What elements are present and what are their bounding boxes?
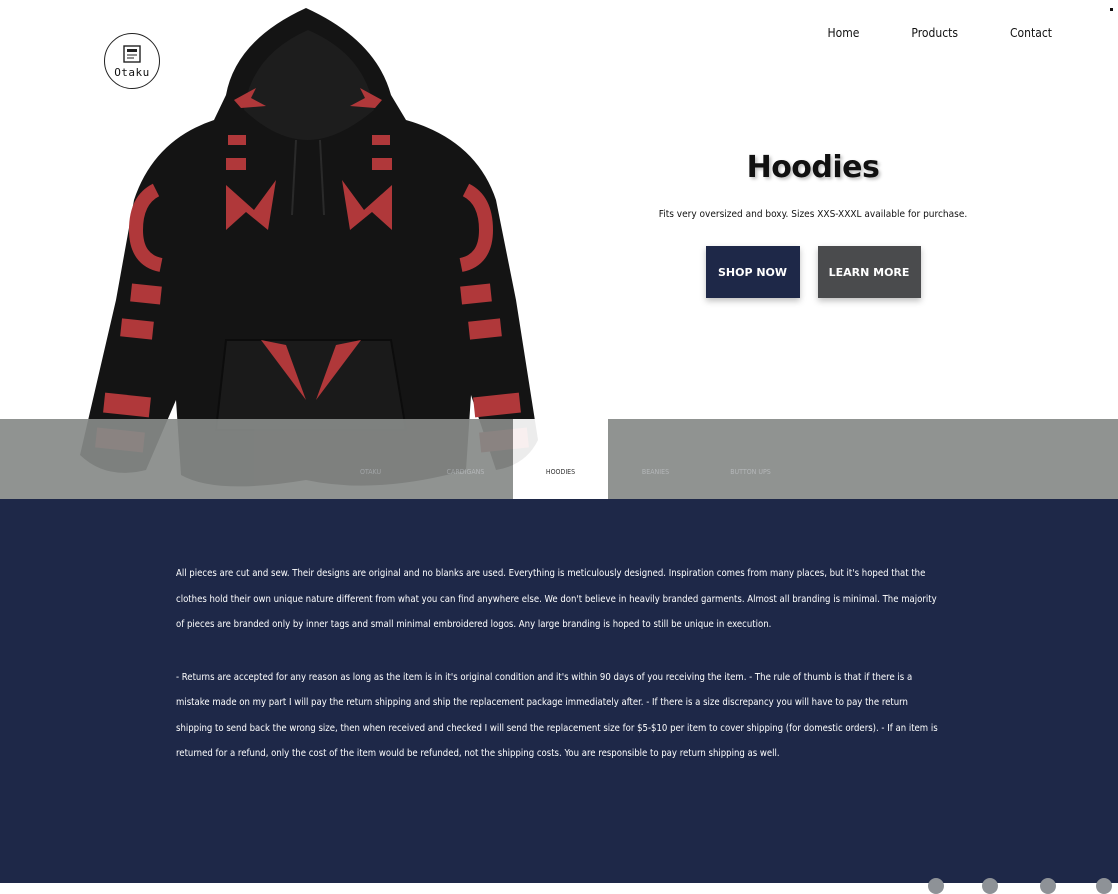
tab-beanies[interactable]: BEANIES: [608, 419, 703, 499]
social-links: [0, 875, 1118, 894]
logo[interactable]: Otaku: [104, 33, 160, 89]
hero-subtitle: Fits very oversized and boxy. Sizes XXS-…: [658, 209, 968, 220]
twitter-icon[interactable]: [982, 878, 998, 894]
tab-otaku[interactable]: OTAKU: [323, 419, 418, 499]
nav-products[interactable]: Products: [911, 26, 958, 40]
tab-button-ups[interactable]: BUTTON UPS: [703, 419, 798, 499]
hero-buttons: SHOP NOW LEARN MORE: [620, 246, 1006, 298]
page-title: Hoodies: [746, 150, 880, 185]
book-icon: [123, 44, 141, 63]
tab-cardigans[interactable]: CARDIGANS: [418, 419, 513, 499]
corner-dot: [1110, 8, 1113, 11]
hero: Hoodies Fits very oversized and boxy. Si…: [620, 150, 1006, 298]
info-section: All pieces are cut and sew. Their design…: [0, 499, 1118, 883]
facebook-icon[interactable]: [1096, 878, 1112, 894]
info-text: All pieces are cut and sew. Their design…: [176, 561, 946, 794]
logo-text: Otaku: [114, 65, 150, 79]
shop-now-button[interactable]: SHOP NOW: [705, 246, 800, 298]
returns-paragraph: - Returns are accepted for any reason as…: [176, 671, 938, 760]
tab-hoodies[interactable]: HOODIES: [513, 419, 608, 499]
nav-contact[interactable]: Contact: [1010, 26, 1052, 40]
main-nav: Home Products Contact: [828, 26, 1052, 40]
description-paragraph: All pieces are cut and sew. Their design…: [176, 568, 937, 630]
category-tabs: OTAKU CARDIGANS HOODIES BEANIES BUTTON U…: [0, 419, 1118, 499]
learn-more-button[interactable]: LEARN MORE: [817, 246, 921, 298]
nav-home[interactable]: Home: [828, 26, 860, 40]
pinterest-icon[interactable]: [1040, 878, 1056, 894]
instagram-icon[interactable]: [928, 878, 944, 894]
